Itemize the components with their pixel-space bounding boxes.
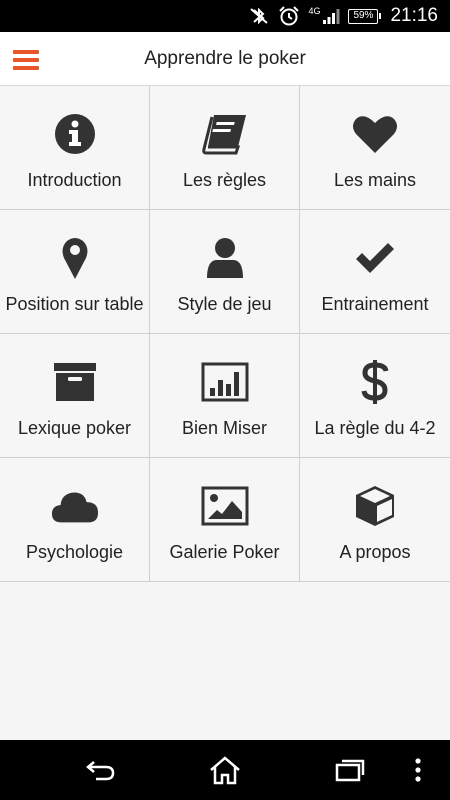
home-icon[interactable] xyxy=(207,754,243,786)
book-icon xyxy=(201,110,249,158)
dollar-icon xyxy=(351,358,399,406)
signal-icon xyxy=(322,7,340,25)
bar-chart-icon xyxy=(201,358,249,406)
menu-item-les-mains[interactable]: Les mains xyxy=(300,86,450,210)
menu-grid: Introduction Les règles Les mains Positi… xyxy=(0,86,450,582)
image-icon xyxy=(201,482,249,530)
system-nav-bar xyxy=(0,740,450,800)
menu-item-label: Position sur table xyxy=(5,294,144,314)
app-bar: Apprendre le poker xyxy=(0,32,450,86)
menu-item-label: La règle du 4-2 xyxy=(314,418,436,438)
menu-item-position-sur-table[interactable]: Position sur table xyxy=(0,210,150,334)
menu-item-galerie-poker[interactable]: Galerie Poker xyxy=(150,458,300,582)
check-icon xyxy=(351,234,399,282)
bluetooth-off-icon xyxy=(248,6,270,26)
map-marker-icon xyxy=(51,234,99,282)
battery-icon: 59% xyxy=(348,8,382,24)
menu-item-entrainement[interactable]: Entrainement xyxy=(300,210,450,334)
cube-icon xyxy=(351,482,399,530)
menu-item-les-regles[interactable]: Les règles xyxy=(150,86,300,210)
menu-item-label: Galerie Poker xyxy=(169,542,280,562)
menu-item-label: Les mains xyxy=(333,170,417,190)
archive-box-icon xyxy=(51,358,99,406)
user-icon xyxy=(201,234,249,282)
menu-item-label: A propos xyxy=(339,542,411,562)
recent-apps-icon[interactable] xyxy=(332,754,368,786)
menu-item-style-de-jeu[interactable]: Style de jeu xyxy=(150,210,300,334)
menu-item-label: Bien Miser xyxy=(181,418,268,438)
status-bar: 4G 59% 21:16 xyxy=(0,0,450,32)
page-title: Apprendre le poker xyxy=(144,48,306,69)
menu-item-label: Lexique poker xyxy=(17,418,132,438)
menu-item-la-regle-du-4-2[interactable]: La règle du 4-2 xyxy=(300,334,450,458)
clock: 21:16 xyxy=(390,5,438,26)
menu-item-psychologie[interactable]: Psychologie xyxy=(0,458,150,582)
menu-item-introduction[interactable]: Introduction xyxy=(0,86,150,210)
network-type-label: 4G xyxy=(308,5,321,16)
menu-item-label: Les règles xyxy=(182,170,267,190)
hamburger-menu-icon[interactable] xyxy=(13,49,39,71)
menu-item-label: Entrainement xyxy=(321,294,429,314)
back-icon[interactable] xyxy=(82,754,118,786)
heart-icon xyxy=(351,110,399,158)
menu-item-label: Psychologie xyxy=(25,542,124,562)
menu-item-lexique-poker[interactable]: Lexique poker xyxy=(0,334,150,458)
alarm-icon xyxy=(278,5,300,27)
menu-item-bien-miser[interactable]: Bien Miser xyxy=(150,334,300,458)
info-icon xyxy=(51,110,99,158)
battery-level: 59% xyxy=(353,9,374,21)
cloud-icon xyxy=(51,482,99,530)
menu-item-label: Style de jeu xyxy=(177,294,272,314)
overflow-menu-icon[interactable] xyxy=(408,754,428,786)
menu-item-a-propos[interactable]: A propos xyxy=(300,458,450,582)
menu-item-label: Introduction xyxy=(27,170,122,190)
